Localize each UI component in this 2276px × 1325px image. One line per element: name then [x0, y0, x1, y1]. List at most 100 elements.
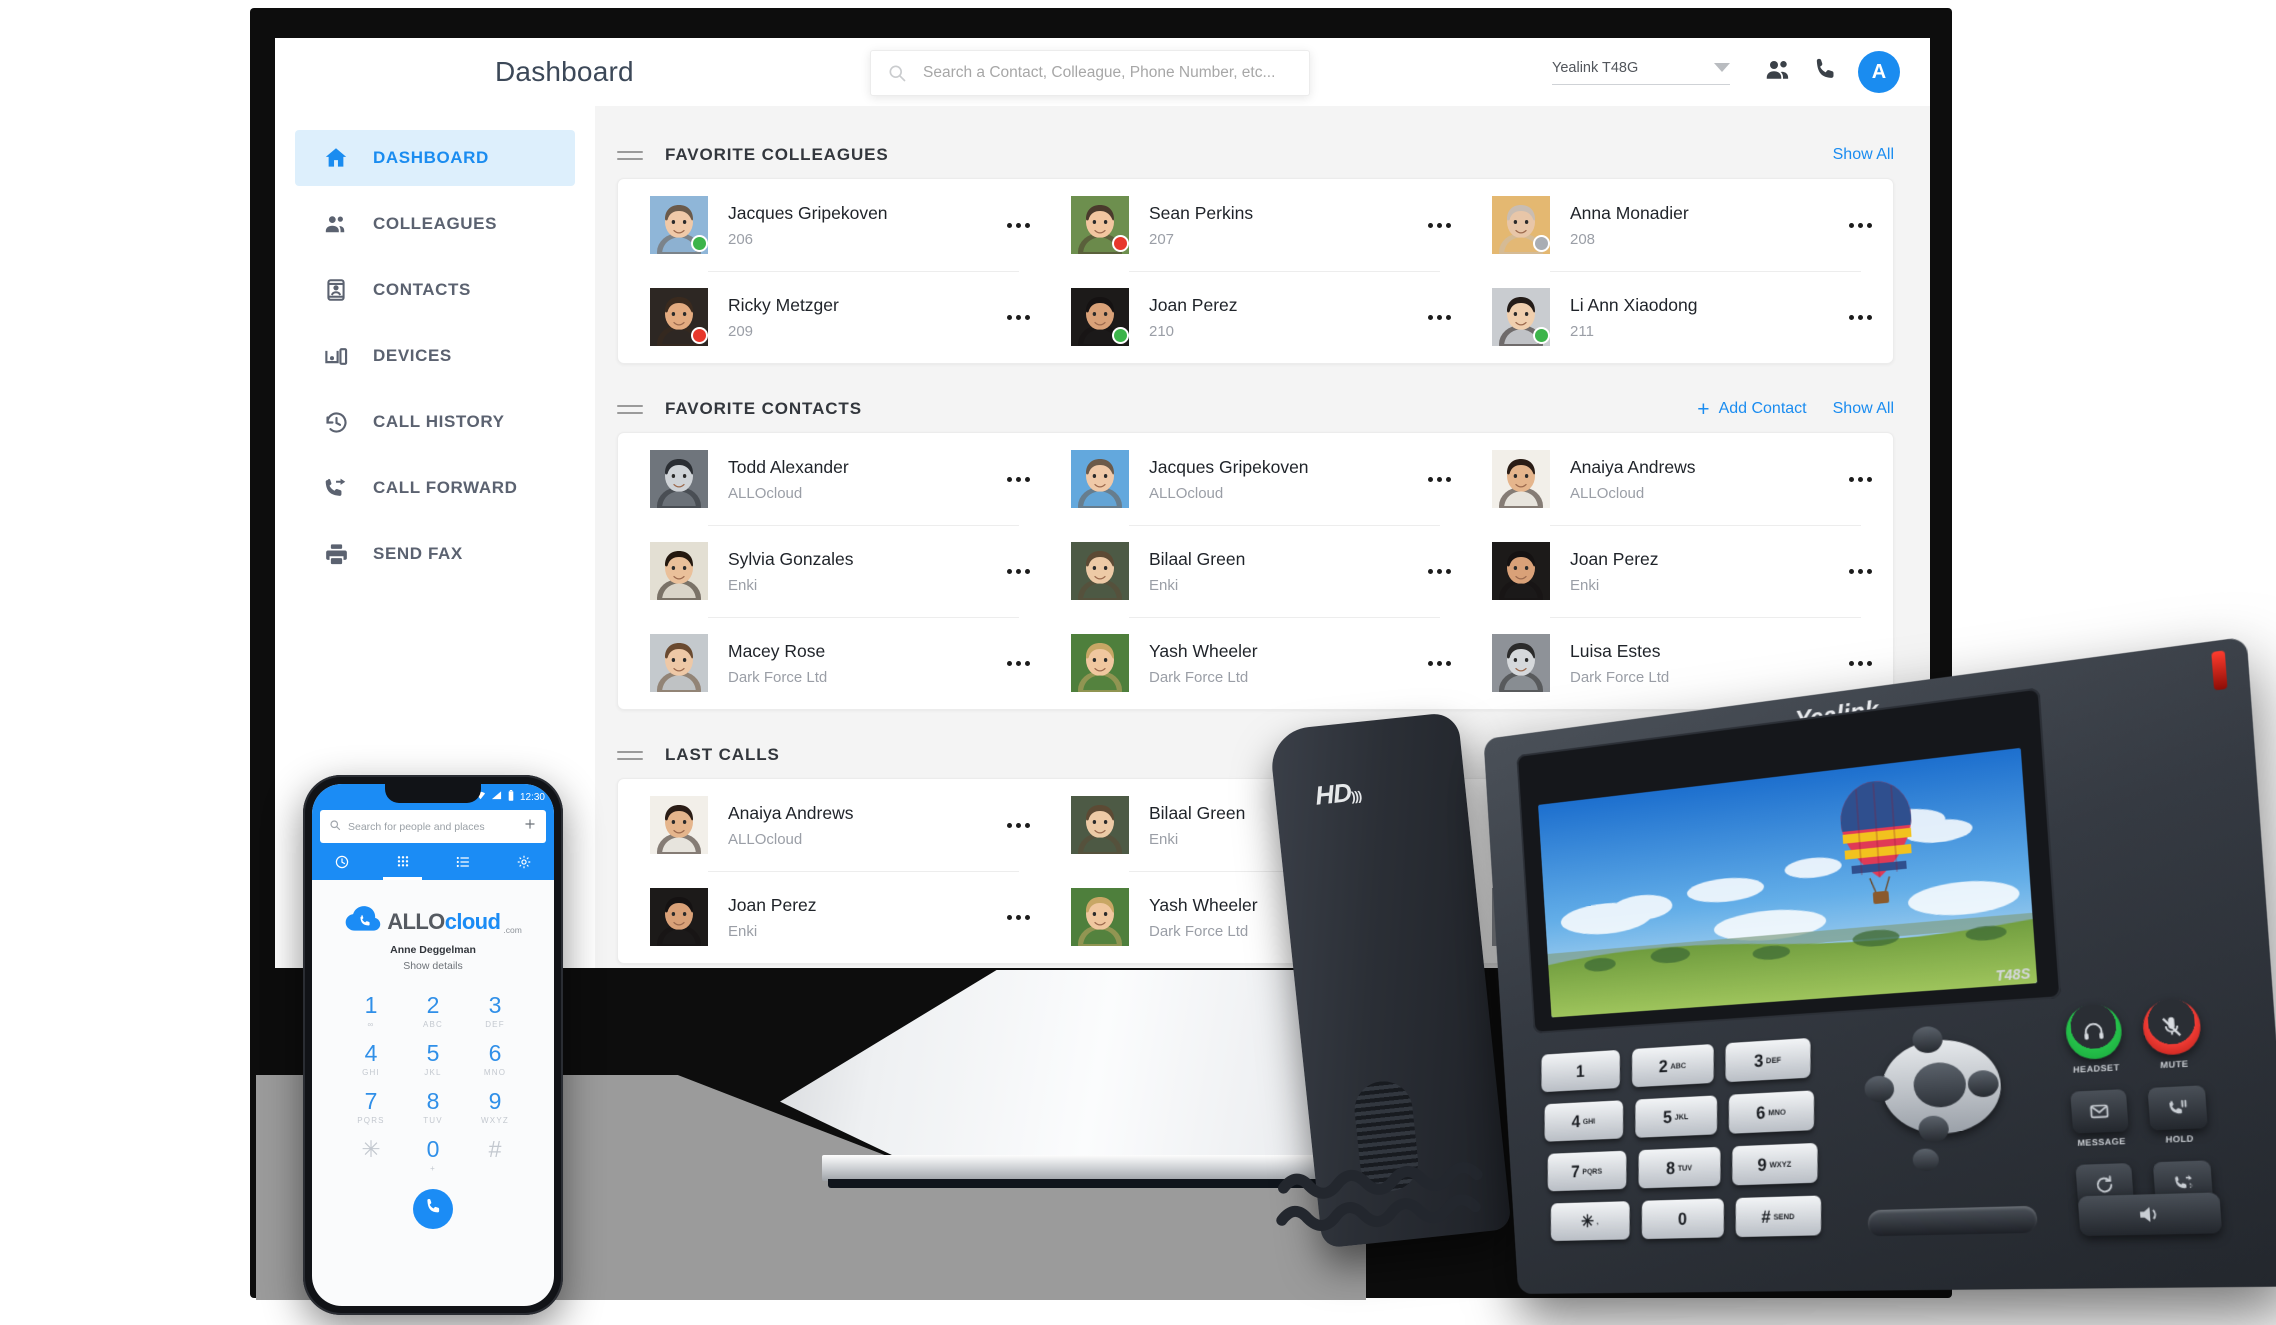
section-drag-handle[interactable] [617, 748, 643, 762]
deskphone-key-0[interactable]: 0 [1642, 1198, 1724, 1239]
deskphone-key-3[interactable]: 3 DEF [1726, 1038, 1811, 1082]
section-drag-handle[interactable] [617, 402, 643, 416]
contact-more-options-button[interactable] [1422, 223, 1456, 228]
message-button[interactable] [2070, 1089, 2129, 1133]
mobile-key-5[interactable]: 5 JKL [402, 1042, 464, 1077]
mobile-key-7[interactable]: 7 PQRS [340, 1090, 402, 1125]
dialpad-icon [395, 854, 411, 875]
contact-more-options-button[interactable] [1843, 661, 1877, 666]
mobile-key-✳[interactable]: ✳ [340, 1138, 402, 1173]
mobile-tab-settings[interactable] [494, 849, 555, 880]
contact-more-options-button[interactable] [1422, 661, 1456, 666]
mobile-tab-contacts[interactable] [433, 849, 494, 880]
deskphone-key-5[interactable]: 5 JKL [1635, 1095, 1716, 1137]
contact-entry[interactable]: Anna Monadier 208 [1466, 179, 1887, 271]
section-drag-handle[interactable] [617, 148, 643, 162]
page-title: Dashboard [495, 56, 634, 88]
deskphone-key-4[interactable]: 4 GHI [1545, 1100, 1623, 1142]
contact-more-options-button[interactable] [1001, 823, 1035, 828]
deskphone-key-7[interactable]: 7 PQRS [1548, 1151, 1626, 1192]
groups-button[interactable] [1756, 49, 1802, 95]
sidebar-item-send-fax[interactable]: SEND FAX [295, 526, 575, 582]
show-all-link[interactable]: Show All [1833, 146, 1894, 164]
search-input[interactable] [921, 63, 1293, 83]
contact-entry[interactable]: Todd Alexander ALLOcloud [624, 433, 1045, 525]
contact-more-options-button[interactable] [1422, 569, 1456, 574]
add-contact-button[interactable]: + Add Contact [1697, 399, 1806, 420]
mobile-search-bar[interactable]: Search for people and places [320, 810, 546, 843]
sidebar-item-dashboard[interactable]: DASHBOARD [295, 130, 575, 186]
contact-more-options-button[interactable] [1001, 223, 1035, 228]
contact-more-options-button[interactable] [1843, 315, 1877, 320]
add-icon[interactable] [523, 817, 537, 836]
contact-more-options-button[interactable] [1001, 569, 1035, 574]
mobile-tab-dialpad[interactable] [373, 849, 434, 880]
contact-entry[interactable]: Joan Perez 210 [1045, 271, 1466, 363]
contact-entry[interactable]: Anaiya Andrews ALLOcloud [1466, 433, 1887, 525]
contact-more-options-button[interactable] [1001, 915, 1035, 920]
contact-entry[interactable]: Jacques Gripekoven 206 [624, 179, 1045, 271]
contact-entry[interactable]: Macey Rose Dark Force Ltd [624, 617, 1045, 709]
contact-entry[interactable]: Ricky Metzger 209 [624, 271, 1045, 363]
headset-button[interactable] [2064, 1003, 2123, 1061]
sidebar-item-contacts[interactable]: CONTACTS [295, 262, 575, 318]
avatar-wrap [1492, 288, 1550, 346]
mobile-key-6[interactable]: 6 MNO [464, 1042, 526, 1077]
contact-entry[interactable]: Joan Perez Enki [624, 871, 1045, 963]
mobile-key-0[interactable]: 0 + [402, 1138, 464, 1173]
sidebar-item-colleagues[interactable]: COLLEAGUES [295, 196, 575, 252]
global-search[interactable] [870, 50, 1310, 96]
contact-entry[interactable]: Sean Perkins 207 [1045, 179, 1466, 271]
contact-entry[interactable]: Joan Perez Enki [1466, 525, 1887, 617]
contact-entry[interactable]: Sylvia Gonzales Enki [624, 525, 1045, 617]
contact-subtitle: ALLOcloud [728, 831, 995, 848]
mobile-key-8[interactable]: 8 TUV [402, 1090, 464, 1125]
deskphone-key-8[interactable]: 8 TUV [1638, 1147, 1719, 1189]
contact-more-options-button[interactable] [1843, 477, 1877, 482]
deskphone-key-6[interactable]: 6 MNO [1729, 1090, 1814, 1133]
contact-more-options-button[interactable] [1001, 315, 1035, 320]
call-button[interactable] [1802, 49, 1848, 95]
sidebar-item-devices[interactable]: DEVICES [295, 328, 575, 384]
mobile-key-#[interactable]: # [464, 1138, 526, 1173]
deskphone-key-2[interactable]: 2 ABC [1632, 1044, 1713, 1087]
contact-meta: Joan Perez Enki [728, 895, 995, 940]
contact-subtitle: 211 [1570, 323, 1837, 340]
contact-more-options-button[interactable] [1001, 477, 1035, 482]
deskphone-key-#[interactable]: # SEND [1736, 1196, 1821, 1238]
contact-entry[interactable]: Jacques Gripekoven ALLOcloud [1045, 433, 1466, 525]
contact-entry[interactable]: Li Ann Xiaodong 211 [1466, 271, 1887, 363]
mobile-key-4[interactable]: 4 GHI [340, 1042, 402, 1077]
nav-cancel-button[interactable] [1912, 1148, 1939, 1171]
volume-rocker[interactable] [1868, 1206, 2038, 1237]
mobile-call-button[interactable] [413, 1189, 453, 1229]
avatar-wrap [1492, 634, 1550, 692]
mute-button[interactable] [2141, 997, 2202, 1056]
contact-more-options-button[interactable] [1422, 315, 1456, 320]
speakerphone-button[interactable] [2078, 1192, 2223, 1236]
mobile-key-2[interactable]: 2 ABC [402, 994, 464, 1029]
deskphone-key-9[interactable]: 9 WXYZ [1733, 1143, 1818, 1186]
contact-entry[interactable]: Bilaal Green Enki [1045, 525, 1466, 617]
presence-status-dot [1112, 327, 1129, 344]
contact-more-options-button[interactable] [1422, 477, 1456, 482]
contact-more-options-button[interactable] [1001, 661, 1035, 666]
sidebar-item-call-history[interactable]: CALL HISTORY [295, 394, 575, 450]
mobile-key-3[interactable]: 3 DEF [464, 994, 526, 1029]
mobile-show-details-link[interactable]: Show details [312, 960, 554, 972]
mobile-key-digit: 0 [402, 1138, 464, 1161]
show-all-link[interactable]: Show All [1833, 400, 1894, 418]
mobile-key-1[interactable]: 1 ∞ [340, 994, 402, 1029]
nav-down-button[interactable] [1918, 1115, 1950, 1143]
mobile-tab-history[interactable] [312, 849, 373, 880]
contact-more-options-button[interactable] [1843, 569, 1877, 574]
contact-more-options-button[interactable] [1843, 223, 1877, 228]
user-avatar[interactable]: A [1858, 51, 1900, 93]
hold-button[interactable] [2147, 1085, 2207, 1130]
deskphone-key-1[interactable]: 1 [1541, 1050, 1619, 1092]
deskphone-key-✳[interactable]: ✳, [1551, 1201, 1629, 1241]
mobile-key-9[interactable]: 9 WXYZ [464, 1090, 526, 1125]
device-selector[interactable]: Yealink T48G [1552, 60, 1730, 85]
sidebar-item-call-forward[interactable]: CALL FORWARD [295, 460, 575, 516]
contact-entry[interactable]: Anaiya Andrews ALLOcloud [624, 779, 1045, 871]
